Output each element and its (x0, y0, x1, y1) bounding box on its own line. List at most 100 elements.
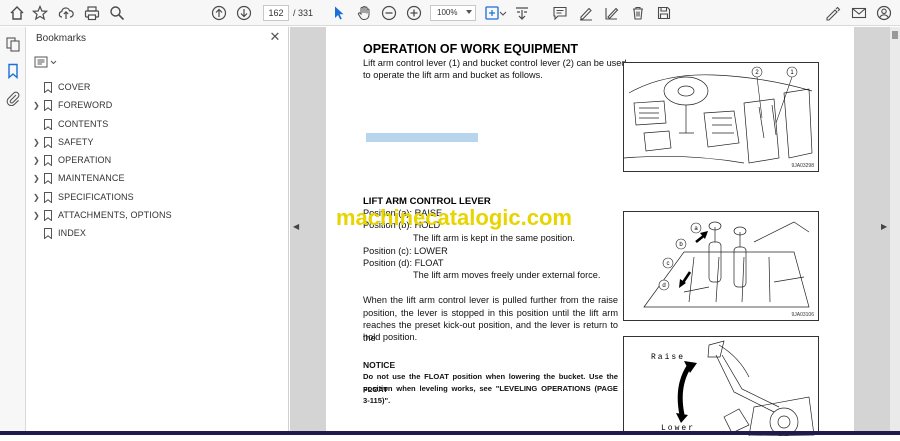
page-total: / 331 (293, 8, 314, 18)
paragraph-line: position, the lever is stopped in this p… (363, 308, 618, 318)
bookmark-label: SPECIFICATIONS (58, 191, 134, 202)
raise-label: Raise (651, 353, 685, 362)
notice-line: position when leveling works, see "LEVEL… (363, 384, 618, 393)
bookmarks-panel-icon[interactable] (5, 63, 21, 80)
bookmark-item-foreword[interactable]: ❯ FOREWORD (27, 97, 289, 115)
chevron-right-icon[interactable]: ❯ (33, 101, 41, 111)
intro-line: Lift arm control lever (1) and bucket co… (363, 58, 627, 68)
bookmark-label: CONTENTS (58, 118, 109, 129)
position-d-label: d (662, 283, 665, 289)
position-d-description: The lift arm moves freely under external… (413, 270, 601, 280)
zoom-in-icon[interactable] (405, 4, 423, 22)
hand-tool-icon[interactable] (355, 4, 373, 22)
bookmark-item-maintenance[interactable]: ❯ MAINTENANCE (27, 170, 289, 188)
position-c: Position (c): LOWER (363, 246, 448, 256)
bookmark-list: COVER ❯ FOREWORD CONTENTS ❯ SAFETY ❯ OPE… (27, 79, 289, 244)
position-c-label: c (667, 261, 670, 267)
scrollbar-thumb[interactable] (892, 31, 898, 39)
cab-levers-figure: 2 1 9JA03298 (623, 62, 819, 172)
loader-arm-illustration: Raise Lower (651, 340, 815, 437)
bookmark-label: FOREWORD (58, 100, 113, 111)
search-icon[interactable] (108, 4, 126, 22)
page-thumbnails-icon[interactable] (5, 36, 21, 52)
paragraph-line: When the lift arm control lever is pulle… (363, 295, 618, 305)
position-d: Position (d): FLOAT (363, 258, 444, 268)
zoom-out-icon[interactable] (380, 4, 398, 22)
zoom-level-select[interactable]: 100% (430, 5, 476, 21)
bookmark-label: COVER (58, 82, 91, 92)
fit-dropdown-icon[interactable] (499, 4, 507, 22)
notice-line: 3-115)". (363, 396, 391, 405)
bookmarks-panel: Bookmarks ✕ COVER ❯ FOREWORD CONTENTS ❯ … (27, 27, 289, 435)
bookmark-item-index[interactable]: INDEX (27, 225, 289, 243)
bookmark-item-cover[interactable]: COVER (27, 79, 289, 97)
top-toolbar: 162 / 331 100% (0, 0, 900, 26)
lever-illustration: a b c d (643, 221, 810, 308)
chevron-right-icon[interactable]: ❯ (33, 174, 41, 184)
bookmark-item-contents[interactable]: CONTENTS (27, 116, 289, 134)
paragraph-line: hold position. (363, 332, 418, 342)
left-navigation-rail (0, 27, 26, 435)
comment-icon[interactable] (551, 4, 569, 22)
bookmark-icon (44, 228, 52, 240)
next-page-icon[interactable] (235, 4, 253, 22)
chevron-right-icon[interactable]: ❯ (33, 211, 41, 221)
chevron-right-icon[interactable]: ❯ (33, 193, 41, 203)
bookmark-icon (44, 82, 52, 93)
bookmark-label: ATTACHMENTS, OPTIONS (58, 210, 172, 221)
figure-code: 9JA03106 (791, 312, 814, 318)
lever-positions-figure: a b c d 9JA03106 (623, 211, 819, 321)
bookmark-label: INDEX (58, 228, 87, 239)
print-icon[interactable] (83, 4, 101, 22)
chevron-right-icon[interactable]: ❯ (33, 138, 41, 148)
page-number-input[interactable]: 162 (263, 5, 289, 21)
bookmark-label: SAFETY (58, 136, 94, 147)
intro-line: to operate the lift arm and bucket as fo… (363, 70, 543, 80)
delete-trash-icon[interactable] (629, 4, 647, 22)
home-icon[interactable] (8, 4, 26, 22)
bookmark-icon (44, 136, 52, 148)
raise-lower-figure: Raise Lower (623, 336, 819, 437)
figure-code: 9JA03298 (791, 163, 814, 169)
bookmark-icon (44, 191, 52, 203)
previous-page-icon[interactable] (210, 4, 228, 22)
bookmarks-panel-title: Bookmarks (36, 33, 87, 44)
cloud-upload-icon[interactable] (57, 4, 75, 22)
bookmark-icon (44, 173, 52, 185)
bookmark-label: OPERATION (58, 155, 112, 166)
bookmark-item-operation[interactable]: ❯ OPERATION (27, 152, 289, 170)
chevron-right-icon[interactable]: ❯ (33, 156, 41, 166)
zoom-level-value: 100% (437, 8, 458, 17)
mail-icon[interactable] (850, 4, 868, 22)
bookmark-label: MAINTENANCE (58, 173, 125, 184)
edit-pdf-icon[interactable] (824, 4, 842, 22)
text-selection-highlight (366, 133, 478, 142)
bookmark-item-specifications[interactable]: ❯ SPECIFICATIONS (27, 189, 289, 207)
taskbar-strip (0, 431, 900, 435)
watermark: machinecatalogic.com (336, 205, 572, 230)
cab-illustration: 2 1 (623, 66, 813, 164)
bookmark-icon (44, 100, 52, 112)
collapse-left-panel-icon[interactable]: ◀ (293, 222, 299, 232)
bookmark-item-safety[interactable]: ❯ SAFETY (27, 134, 289, 152)
bookmark-icon (44, 118, 52, 130)
bookmark-item-attachments-options[interactable]: ❯ ATTACHMENTS, OPTIONS (27, 207, 289, 225)
collapse-right-panel-icon[interactable]: ▶ (881, 222, 887, 232)
section-heading: OPERATION OF WORK EQUIPMENT (363, 42, 579, 56)
position-b-description: The lift arm is kept in the same positio… (413, 233, 575, 243)
account-icon[interactable] (875, 4, 893, 22)
close-icon[interactable]: ✕ (268, 30, 282, 44)
scroll-mode-icon[interactable] (513, 4, 531, 22)
select-cursor-icon[interactable] (330, 4, 348, 22)
bookmark-icon (44, 210, 52, 222)
highlight-pen-icon[interactable] (577, 4, 595, 22)
chevron-down-icon (466, 10, 472, 14)
notice-title: NOTICE (363, 360, 396, 370)
bookmark-options-button[interactable] (34, 55, 60, 69)
draw-signature-icon[interactable] (603, 4, 621, 22)
vertical-scrollbar[interactable] (890, 27, 900, 435)
bookmark-star-icon[interactable] (31, 4, 49, 22)
save-icon[interactable] (655, 4, 673, 22)
attachments-paperclip-icon[interactable] (5, 90, 21, 107)
bookmark-icon (44, 155, 52, 167)
